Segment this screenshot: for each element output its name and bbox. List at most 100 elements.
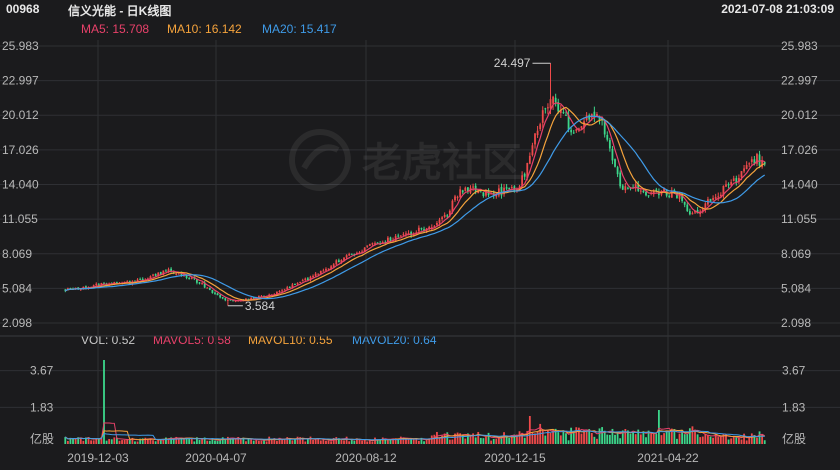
volume-bar [572, 431, 575, 444]
volume-bar [619, 438, 622, 444]
volume-bar [136, 441, 139, 444]
volume-bar [319, 440, 322, 444]
candle-body [461, 190, 464, 193]
candle-body [322, 270, 325, 272]
candle-body [562, 112, 565, 114]
volume-bar [663, 433, 665, 444]
date-tick: 2021-04-22 [637, 451, 699, 465]
candle-body [624, 186, 627, 191]
volume-tick-left: 3.67 [30, 364, 54, 378]
candle-body [541, 110, 544, 123]
volume-tick-right: 3.67 [782, 364, 806, 378]
candle-body [500, 187, 503, 196]
candle-body [712, 198, 714, 200]
volume-bar [544, 435, 547, 444]
volume-bar [296, 436, 299, 444]
volume-bar [260, 440, 263, 444]
volume-bar [134, 441, 136, 444]
candle-body [472, 186, 474, 188]
volume-bar [312, 439, 314, 444]
candle-body [154, 274, 157, 276]
volume-bar [108, 438, 111, 444]
candle-body [389, 237, 392, 241]
volume-bar [425, 439, 428, 444]
volume-bar [208, 440, 211, 444]
volume-bar [206, 440, 209, 444]
volume-bar [665, 430, 668, 444]
price-tick-right: 2.098 [781, 316, 811, 330]
volume-bar [257, 440, 260, 444]
candle-body [616, 167, 619, 175]
volume-bar [265, 441, 268, 444]
volume-bar [474, 437, 477, 444]
candle-body [745, 165, 748, 170]
candle-body [443, 214, 446, 217]
candle-body [198, 282, 201, 284]
candle-body [639, 190, 642, 192]
candle-body [732, 178, 735, 181]
candle-body [758, 154, 761, 166]
volume-bar [541, 429, 544, 444]
date-tick: 2020-12-15 [484, 451, 546, 465]
volume-bar [361, 440, 363, 444]
volume-bar [696, 434, 699, 444]
candle-body [208, 287, 211, 290]
volume-bar [645, 437, 647, 444]
candle-body [570, 129, 573, 133]
volume-bar [353, 440, 356, 444]
candle-body [482, 192, 485, 197]
candle-body [521, 175, 524, 186]
price-tick-right: 25.983 [781, 39, 818, 53]
volume-bar [750, 433, 753, 444]
date-tick: 2019-12-03 [67, 451, 129, 465]
volume-bar [593, 436, 596, 444]
volume-bar [701, 436, 704, 444]
candle-body [497, 188, 500, 196]
volume-bar [657, 410, 660, 444]
candle-body [608, 140, 611, 149]
candle-body [508, 187, 511, 190]
volume-bar [492, 438, 495, 444]
price-tick-left: 22.997 [2, 74, 39, 88]
candle-body [575, 129, 578, 131]
volume-bar [335, 437, 338, 444]
candle-body [727, 184, 730, 186]
volume-bar [154, 441, 157, 444]
volume-bar [374, 437, 376, 444]
volume-bar [745, 440, 748, 444]
volume-bar [448, 439, 451, 444]
candle-body [206, 287, 209, 289]
volume-bar [252, 440, 255, 444]
volume-bar [601, 427, 604, 444]
candle-body [399, 235, 402, 237]
volume-bar [596, 438, 598, 444]
volume-bar [82, 440, 85, 444]
volume-bar [727, 439, 730, 444]
volume-bar [412, 439, 415, 444]
price-tick-left: 8.069 [2, 247, 32, 261]
volume-bar [756, 437, 758, 444]
volume-bar [366, 441, 369, 444]
volume-bar [423, 441, 425, 444]
candle-body [528, 155, 531, 164]
volume-bar [567, 440, 570, 444]
volume-tick-left: 亿股 [30, 431, 54, 446]
volume-bar [410, 438, 413, 444]
price-tick-right: 5.084 [781, 281, 811, 295]
volume-bar [629, 433, 632, 444]
candle-body [201, 282, 203, 284]
volume-bar [590, 433, 593, 444]
volume-bar [110, 439, 113, 444]
volume-bar [495, 438, 498, 444]
volume-bar [433, 434, 436, 444]
volume-bar [327, 440, 330, 444]
candle-body [691, 213, 694, 215]
volume-bar [113, 437, 116, 444]
candle-body [216, 293, 219, 296]
price-tick-left: 25.983 [2, 39, 39, 53]
volume-bar [683, 434, 686, 444]
candle-body [606, 135, 609, 140]
candle-body [441, 217, 444, 220]
candle-body [743, 168, 745, 172]
candle-body [371, 243, 374, 245]
